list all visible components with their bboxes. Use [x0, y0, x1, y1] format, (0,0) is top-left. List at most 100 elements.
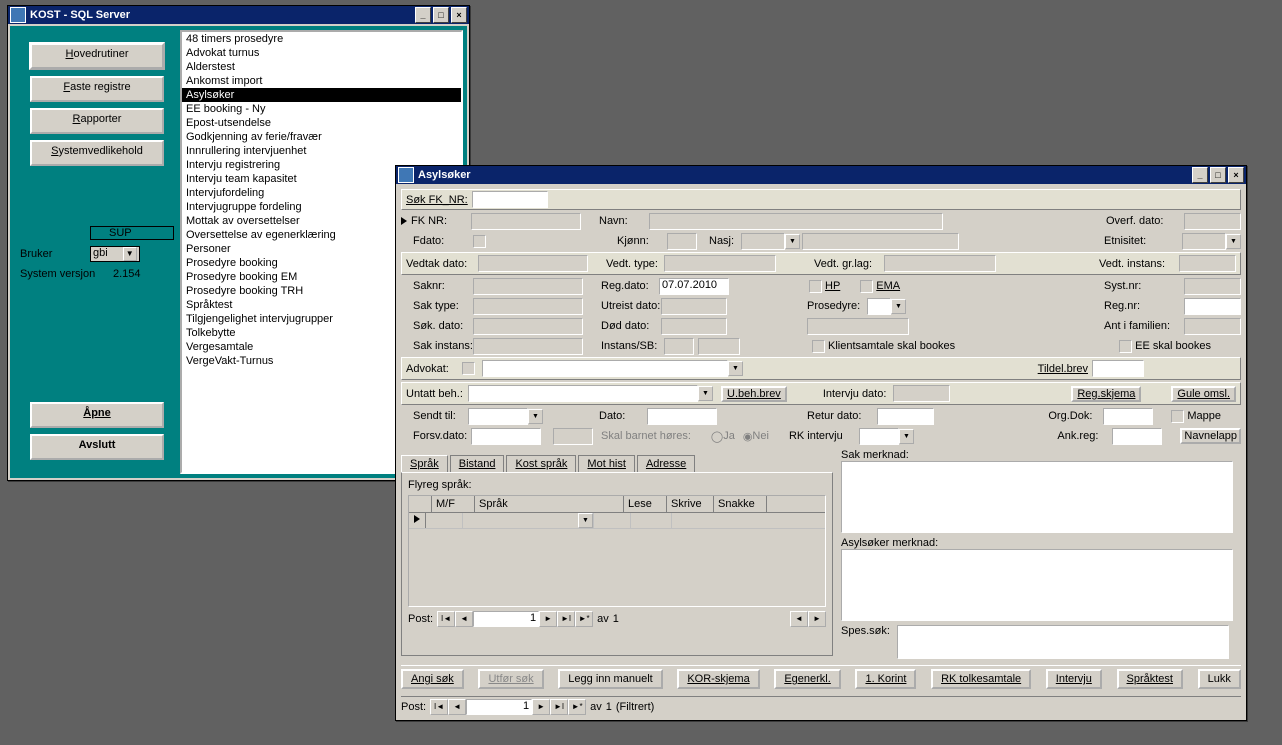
record-selector-icon[interactable] [401, 217, 407, 225]
nasj-input[interactable] [741, 233, 785, 250]
returdato-input[interactable] [877, 408, 934, 425]
prosedyre-text[interactable] [807, 318, 909, 335]
guleomsl-button[interactable]: Gule omsl. [1171, 386, 1236, 402]
hovedrutiner-button[interactable]: Hovedrutiner [29, 42, 165, 70]
list-item[interactable]: Innrullering intervjuenhet [182, 144, 461, 158]
ubehbrev-button[interactable]: U.beh.brev [721, 386, 787, 402]
close-icon[interactable]: × [451, 7, 467, 23]
advokat-check[interactable] [462, 362, 475, 375]
rkintervju-input[interactable] [859, 428, 899, 445]
regnr-input[interactable] [1184, 298, 1241, 315]
nav-last-icon[interactable]: ►I [550, 699, 568, 715]
scroll-left-icon[interactable]: ◄ [790, 611, 808, 627]
untatt-dropdown-icon[interactable]: ▼ [698, 386, 713, 401]
spraktest-button[interactable]: Språktest [1117, 669, 1183, 689]
untatt-input[interactable] [468, 385, 698, 402]
antfam-input[interactable] [1184, 318, 1241, 335]
maximize-icon[interactable]: □ [1210, 167, 1226, 183]
forsv-extra-input[interactable] [553, 428, 593, 445]
nei-radio[interactable]: Nei [752, 430, 769, 442]
rapporter-button[interactable]: Rapporter [30, 108, 164, 134]
intervjudato-input[interactable] [893, 385, 950, 402]
nav-new-icon[interactable]: ►* [575, 611, 593, 627]
navnelapp-button[interactable]: Navnelapp [1180, 428, 1241, 444]
sendttil-dropdown-icon[interactable]: ▼ [528, 409, 543, 424]
cell-mf[interactable] [426, 513, 463, 528]
fdato-check[interactable] [473, 235, 486, 248]
cell-lese[interactable] [594, 513, 631, 528]
doddato-input[interactable] [661, 318, 727, 335]
minimize-icon[interactable]: _ [415, 7, 431, 23]
advokat-dropdown-icon[interactable]: ▼ [728, 361, 743, 376]
nav-prev-icon[interactable]: ◄ [455, 611, 473, 627]
sokdato-input[interactable] [473, 318, 583, 335]
nav-input[interactable]: 1 [466, 699, 532, 715]
utforsok-button[interactable]: Utfør søk [478, 669, 543, 689]
vedtinstans-input[interactable] [1179, 255, 1236, 272]
dato-input[interactable] [647, 408, 717, 425]
overf-input[interactable] [1184, 213, 1241, 230]
chevron-down-icon[interactable]: ▼ [123, 247, 137, 261]
tab-bistand[interactable]: Bistand [450, 455, 505, 472]
asymerk-textarea[interactable] [841, 549, 1233, 621]
systnr-input[interactable] [1184, 278, 1241, 295]
instans-input[interactable] [664, 338, 694, 355]
bruker-select[interactable]: gbi▼ [90, 246, 140, 262]
ankreg-input[interactable] [1112, 428, 1162, 445]
sendttil-input[interactable] [468, 408, 528, 425]
sprak-dropdown-icon[interactable]: ▼ [578, 513, 593, 528]
cell-snakke[interactable] [672, 513, 718, 528]
kor-button[interactable]: KOR-skjema [677, 669, 759, 689]
egen-button[interactable]: Egenerkl. [774, 669, 840, 689]
kost-titlebar[interactable]: KOST - SQL Server _ □ × [8, 6, 469, 24]
nav-last-icon[interactable]: ►I [557, 611, 575, 627]
row-selector-icon[interactable] [414, 515, 420, 523]
fknr-input[interactable] [471, 213, 581, 230]
regdato-input[interactable]: 07.07.2010 [659, 278, 729, 295]
forsvdato-input[interactable] [471, 428, 541, 445]
lukk-button[interactable]: Lukk [1198, 669, 1241, 689]
legginn-button[interactable]: Legg inn manuelt [558, 669, 662, 689]
regskjema-button[interactable]: Reg.skjema [1071, 386, 1141, 402]
utreist-input[interactable] [661, 298, 727, 315]
advokat-input[interactable] [482, 360, 728, 377]
klientsamtale-check[interactable] [812, 340, 825, 353]
ema-check[interactable] [860, 280, 873, 293]
scroll-right-icon[interactable]: ► [808, 611, 826, 627]
intervju-button[interactable]: Intervju [1046, 669, 1102, 689]
list-item[interactable]: Ankomst import [182, 74, 461, 88]
nav-prev-icon[interactable]: ◄ [448, 699, 466, 715]
faste-registre-button[interactable]: Faste registre [30, 76, 164, 102]
tildelbrev-input[interactable] [1092, 360, 1144, 377]
asy-titlebar[interactable]: Asylsøker _ □ × [396, 166, 1246, 184]
sakmerk-textarea[interactable] [841, 461, 1233, 533]
apne-button[interactable]: Åpne [30, 402, 164, 428]
angisok-button[interactable]: Angi søk [401, 669, 464, 689]
prosedyre-input[interactable] [867, 298, 891, 315]
list-item[interactable]: Asylsøker [182, 88, 461, 102]
nav-first-icon[interactable]: I◄ [430, 699, 448, 715]
maximize-icon[interactable]: □ [433, 7, 449, 23]
vedttype-input[interactable] [664, 255, 776, 272]
etnisitet-dropdown-icon[interactable]: ▼ [1226, 234, 1241, 249]
cell-skrive[interactable] [631, 513, 672, 528]
sb-input[interactable] [698, 338, 740, 355]
tab-mot-hist[interactable]: Mot hist [578, 455, 635, 472]
rktolk-button[interactable]: RK tolkesamtale [931, 669, 1031, 689]
minimize-icon[interactable]: _ [1192, 167, 1208, 183]
etnisitet-input[interactable] [1182, 233, 1226, 250]
mappe-check[interactable] [1171, 410, 1184, 423]
list-item[interactable]: 48 timers prosedyre [182, 32, 461, 46]
nav-input[interactable]: 1 [473, 611, 539, 627]
vedtakdato-input[interactable] [478, 255, 588, 272]
orgdok-input[interactable] [1103, 408, 1153, 425]
nav-first-icon[interactable]: I◄ [437, 611, 455, 627]
ja-radio[interactable]: Ja [723, 430, 735, 442]
tab-språk[interactable]: Språk [401, 455, 448, 472]
avslutt-button[interactable]: Avslutt [30, 434, 164, 460]
tab-kost-språk[interactable]: Kost språk [506, 455, 576, 472]
tab-adresse[interactable]: Adresse [637, 455, 695, 472]
list-item[interactable]: Godkjenning av ferie/fravær [182, 130, 461, 144]
vedtgrlag-input[interactable] [884, 255, 996, 272]
hp-check[interactable] [809, 280, 822, 293]
